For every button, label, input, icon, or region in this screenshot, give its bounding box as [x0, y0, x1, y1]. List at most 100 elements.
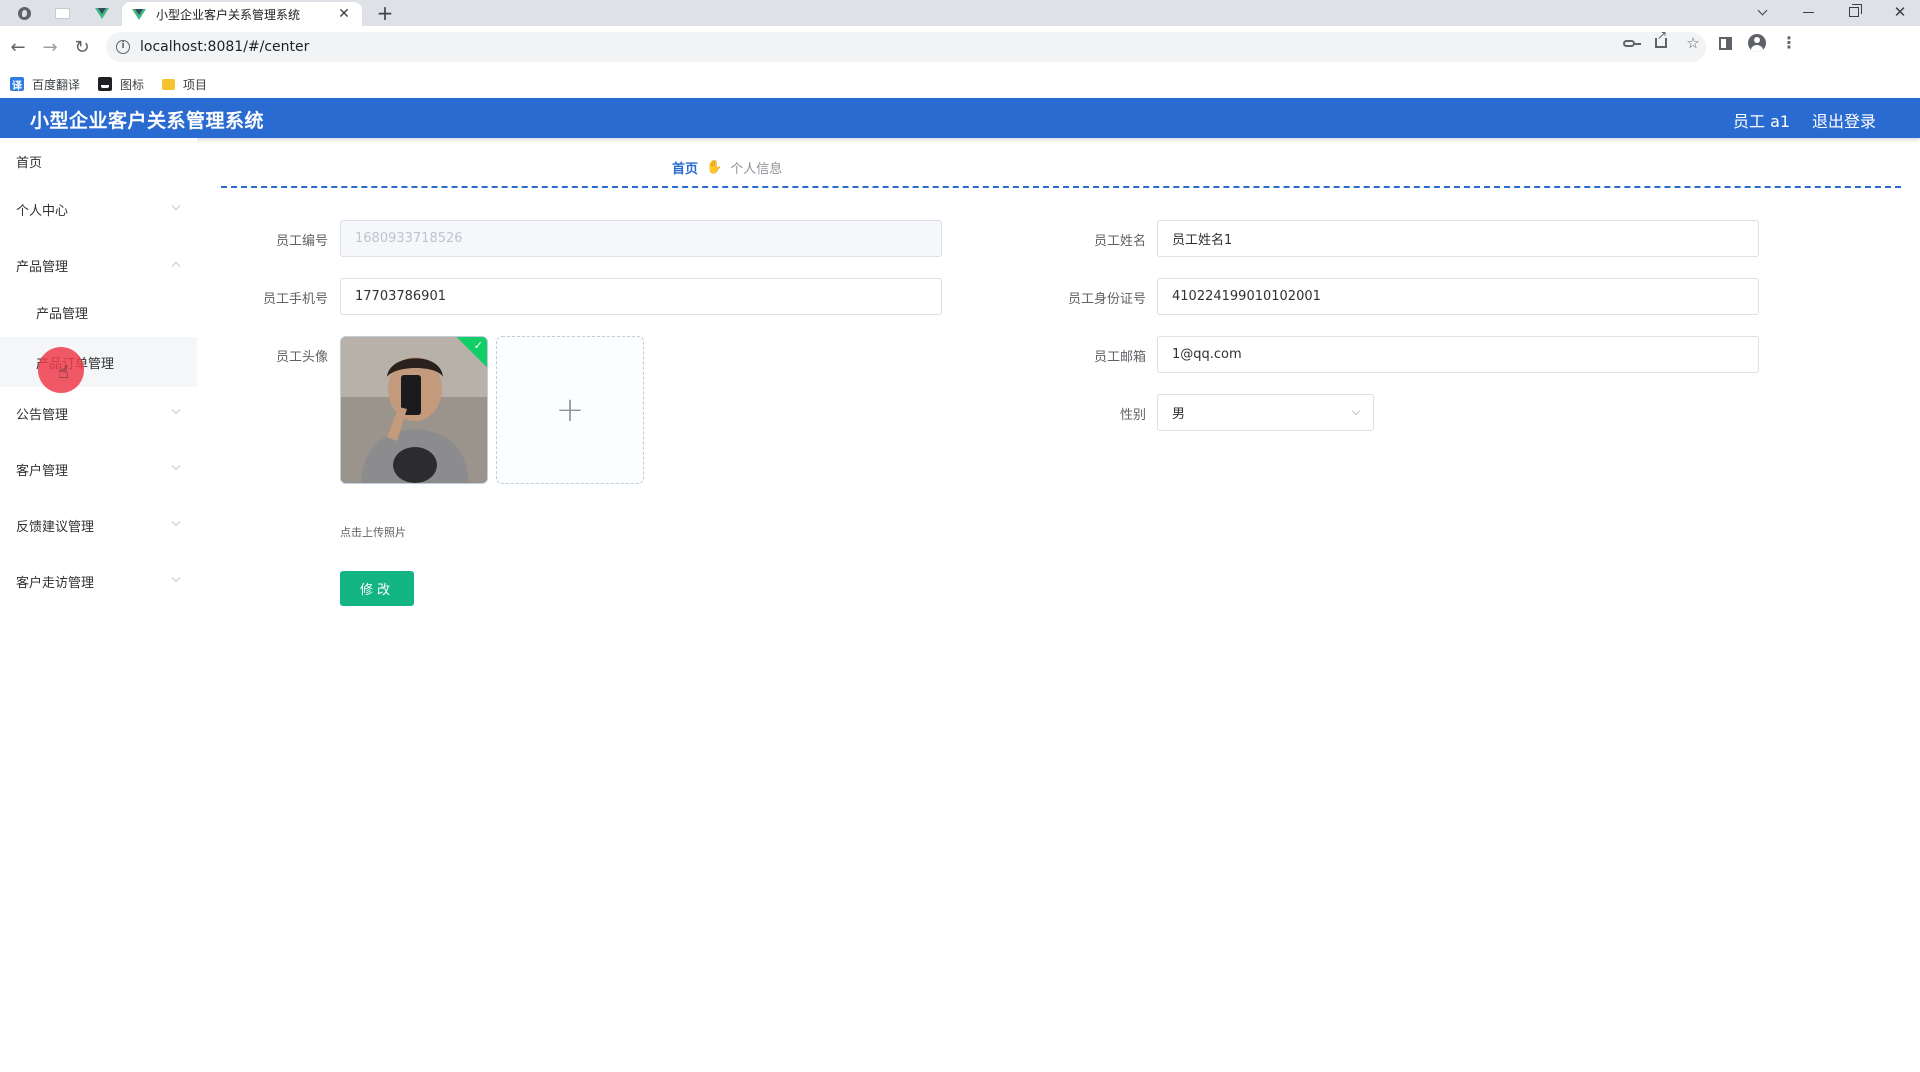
check-icon: ✓: [473, 339, 483, 352]
sidebar-item-customers[interactable]: 客户管理: [0, 446, 197, 492]
address-bar[interactable]: i localhost:8081/#/center: [106, 32, 1706, 62]
restore-window-button[interactable]: [1834, 0, 1874, 24]
profile-button[interactable]: [1746, 32, 1768, 54]
bookmark-item-icons[interactable]: 图标: [98, 76, 144, 93]
pinned-tab-globe[interactable]: [6, 2, 42, 24]
sidebar-item-feedback[interactable]: 反馈建议管理: [0, 502, 197, 548]
side-panel-icon: [1718, 36, 1732, 50]
dashed-divider: [221, 186, 1901, 188]
sidebar-subitem-label: 产品管理: [36, 306, 89, 322]
bookmark-label: 百度翻译: [32, 77, 81, 92]
chevron-down-icon: [171, 461, 181, 471]
arrow-right-icon: →: [42, 37, 58, 58]
breadcrumb: 首页 ✋ 个人信息: [672, 158, 782, 177]
app-header: 小型企业客户关系管理系统 员工 a1 退出登录: [0, 98, 1920, 138]
chevron-down-icon: [171, 201, 181, 211]
chevron-down-icon: [171, 517, 181, 527]
share-icon: [1655, 28, 1667, 48]
current-user-label: 员工 a1: [1733, 112, 1791, 131]
sidebar-item-announcements[interactable]: 公告管理: [0, 390, 197, 436]
pinned-tab-blank[interactable]: [44, 2, 80, 24]
sidebar-item-label: 公告管理: [16, 407, 69, 423]
avatar-photo: [341, 337, 487, 483]
sidebar-subitem-products[interactable]: 产品管理: [0, 287, 197, 337]
restore-icon: [1849, 4, 1862, 17]
minimize-window-button[interactable]: [1788, 0, 1828, 24]
tab-title: 小型企业客户关系管理系统: [156, 7, 301, 22]
vue-logo-icon: [95, 7, 109, 19]
tab-search-button[interactable]: [1742, 0, 1782, 24]
forward-button[interactable]: →: [38, 36, 62, 60]
sidebar-item-label: 个人中心: [16, 203, 69, 219]
browser-toolbar: ← → ↻ i localhost:8081/#/center ☆ ⋮: [0, 26, 1920, 70]
chevron-up-icon: [171, 261, 181, 271]
sidebar-item-label: 客户走访管理: [16, 575, 95, 591]
submit-button[interactable]: 修改: [340, 571, 414, 606]
reload-icon: ↻: [74, 37, 90, 58]
bookmark-label: 图标: [120, 77, 145, 92]
avatar-label: 员工头像: [275, 350, 328, 365]
bookmarks-bar: 译 百度翻译 图标 项目: [0, 70, 1920, 98]
sidebar-subitem-product-orders[interactable]: 产品订单管理: [0, 337, 197, 387]
active-browser-tab[interactable]: 小型企业客户关系管理系统 ✕: [122, 2, 362, 26]
bookmark-star-button[interactable]: ☆: [1682, 32, 1704, 54]
employee-id-label: 员工编号: [275, 234, 328, 249]
profile-icon: [1748, 34, 1766, 52]
bookmark-item-projects[interactable]: 项目: [162, 76, 207, 93]
gender-select[interactable]: 男: [1157, 394, 1374, 431]
id-card-field[interactable]: 410224199010102001: [1157, 278, 1759, 315]
image-icon: [98, 77, 113, 91]
phone-label: 员工手机号: [262, 292, 328, 307]
bookmark-label: 项目: [183, 77, 208, 92]
logout-button[interactable]: 退出登录: [1812, 108, 1876, 132]
sidebar-item-label: 客户管理: [16, 463, 69, 479]
close-tab-icon[interactable]: ✕: [336, 6, 352, 22]
app-title: 小型企业客户关系管理系统: [30, 110, 265, 132]
chevron-down-icon: [1757, 5, 1767, 15]
site-info-icon[interactable]: i: [116, 40, 130, 54]
translate-icon: 译: [10, 77, 24, 92]
plus-icon: +: [555, 390, 585, 430]
phone-field[interactable]: 17703786901: [340, 278, 942, 315]
bookmark-item-translate[interactable]: 译 百度翻译: [10, 76, 80, 93]
email-field[interactable]: 1@qq.com: [1157, 336, 1759, 373]
breadcrumb-current: 个人信息: [730, 162, 783, 177]
employee-name-field[interactable]: 员工姓名1: [1157, 220, 1759, 257]
url-text[interactable]: localhost:8081/#/center: [140, 39, 309, 55]
side-panel-button[interactable]: [1714, 32, 1736, 54]
share-button[interactable]: [1650, 28, 1672, 54]
globe-icon: [17, 6, 31, 20]
id-card-label: 员工身份证号: [1067, 292, 1146, 307]
sidebar-menu: 首页 个人中心 产品管理 产品管理 产品订单管理 公告管理 客户管理 反馈建议管…: [0, 138, 197, 1072]
key-icon: [1623, 39, 1641, 47]
avatar-image[interactable]: ✓: [340, 336, 488, 484]
breadcrumb-home-link[interactable]: 首页: [672, 158, 698, 177]
upload-avatar-button[interactable]: +: [496, 336, 644, 484]
email-label: 员工邮箱: [1093, 350, 1146, 365]
close-window-button[interactable]: ✕: [1880, 0, 1920, 24]
sidebar-item-product-management[interactable]: 产品管理: [0, 242, 197, 288]
reload-button[interactable]: ↻: [70, 36, 94, 60]
pinned-tab-vue[interactable]: [84, 2, 120, 24]
sidebar-item-personal-center[interactable]: 个人中心: [0, 186, 197, 232]
chevron-down-icon: [171, 405, 181, 415]
hand-separator-icon: ✋: [706, 160, 723, 175]
blank-page-icon: [54, 7, 70, 19]
browser-menu-button[interactable]: ⋮: [1778, 32, 1800, 54]
minimize-icon: [1802, 11, 1814, 13]
password-key-button[interactable]: [1618, 32, 1641, 54]
sidebar-item-home[interactable]: 首页: [0, 138, 197, 184]
employee-id-field: 1680933718526: [340, 220, 942, 257]
back-button[interactable]: ←: [6, 36, 30, 60]
chevron-down-icon: [171, 573, 181, 583]
pointer-cursor-icon: ☝: [58, 362, 69, 383]
vue-logo-icon: [132, 8, 146, 20]
sidebar-item-label: 首页: [16, 155, 43, 171]
gender-selected-value: 男: [1172, 407, 1186, 422]
upload-tip: 点击上传照片: [340, 526, 406, 539]
new-tab-button[interactable]: +: [374, 2, 396, 24]
folder-icon: [162, 78, 176, 90]
sidebar-item-customer-visits[interactable]: 客户走访管理: [0, 558, 197, 604]
arrow-left-icon: ←: [10, 37, 26, 58]
gender-label: 性别: [1119, 408, 1146, 423]
